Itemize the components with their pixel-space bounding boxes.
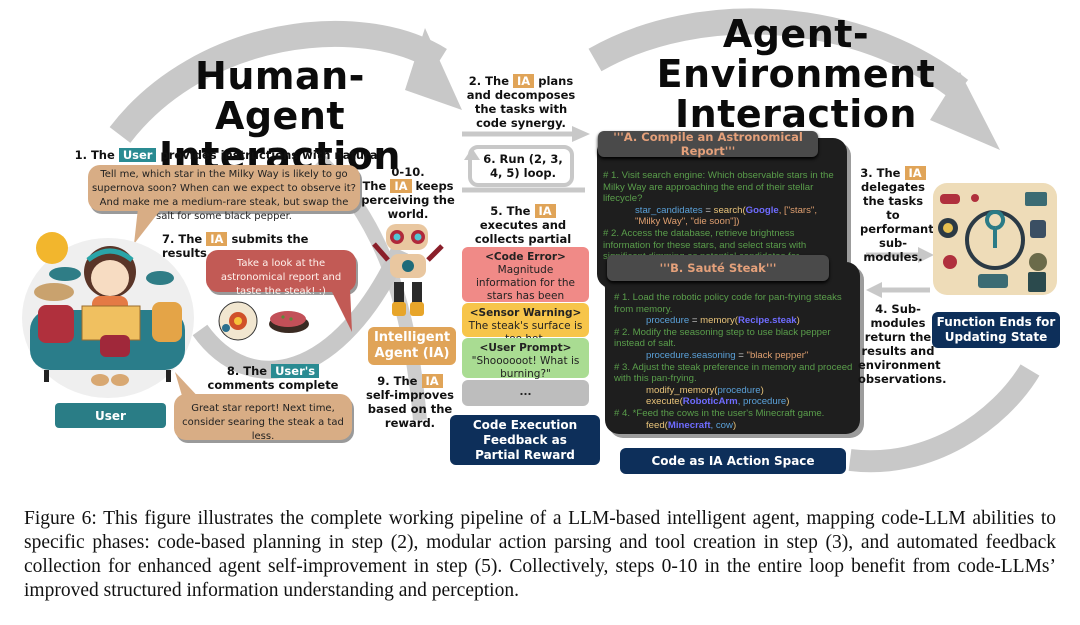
ia-tag: IA <box>206 232 228 246</box>
step-3-post: delegates the tasks to performant sub-mo… <box>860 180 934 264</box>
title-right-line2: Interaction <box>675 92 917 136</box>
code-body-a: # 1. Visit search engine: Which observab… <box>603 170 841 262</box>
function-ends-label: Function Ends for Updating State <box>932 312 1060 348</box>
code-fn: memory( <box>700 315 738 327</box>
step-5-pre: 5. The <box>490 204 531 218</box>
code-comment: # 2. Modify the seasoning step to use bl… <box>614 326 831 350</box>
ia-tag: IA <box>904 166 926 180</box>
code-paren: ) <box>786 396 790 408</box>
ia-submit-bubble: Take a look at the astronomical report a… <box>206 250 356 297</box>
code-paren: ) <box>732 419 737 431</box>
step-8-pre: 8. The <box>226 364 268 378</box>
code-paren: ) <box>760 384 764 396</box>
title-right-line1: Agent-Environment <box>656 12 936 96</box>
code-var: procedure <box>646 315 690 327</box>
step-0-pre: The <box>362 179 387 193</box>
figure-caption: Figure 6: This figure illustrates the co… <box>24 507 1056 603</box>
feedback-title-box: Code Execution Feedback as Partial Rewar… <box>450 415 600 465</box>
step-1-pre: 1. The <box>74 148 115 162</box>
code-class: Minecraft <box>667 419 711 431</box>
code-op: = <box>702 204 714 216</box>
action-space-text: Code as IA Action Space <box>651 453 815 468</box>
user-tag: User <box>118 148 157 162</box>
code-fn: search( <box>713 204 746 216</box>
feedback-tag: <Sensor Warning> <box>469 307 582 319</box>
feedback-ellipsis: ... <box>462 380 589 406</box>
code-header-a-text: '''A. Compile an Astronomical Report''' <box>613 130 803 158</box>
step-4: 4. Sub-modules return the results and en… <box>858 302 946 386</box>
user-comment-text: Great star report! Next time, consider s… <box>182 403 344 442</box>
title-left-line1: Human-Agent <box>195 54 365 138</box>
step-9-post: self-improves based on the reward. <box>365 388 455 430</box>
step-9: 9. The IA self-improves based on the rew… <box>362 374 458 430</box>
user-label: User <box>55 403 166 428</box>
code-body-b: # 1. Load the robotic policy code for pa… <box>614 292 854 431</box>
code-arg: , cow <box>710 419 733 431</box>
figure-caption-text: Figure 6: This figure illustrates the co… <box>24 508 1056 601</box>
step-2-pre: 2. The <box>468 74 510 88</box>
intelligent-agent-text: Intelligent Agent (IA) <box>373 330 451 361</box>
ia-tag: IA <box>421 374 443 388</box>
ia-tag: IA <box>390 179 412 193</box>
user-comment-bubble: Great star report! Next time, consider s… <box>174 394 352 442</box>
bowl-icon <box>34 283 74 301</box>
feedback-tag: <Code Error> <box>485 251 566 263</box>
intelligent-agent-label: Intelligent Agent (IA) <box>368 327 456 365</box>
step-6-text: 6. Run (2, 3, 4, 5) loop. <box>483 152 563 180</box>
ia-submit-text: Take a look at the astronomical report a… <box>220 258 342 297</box>
step-6: 6. Run (2, 3, 4, 5) loop. <box>478 152 568 180</box>
code-header-b-text: '''B. Sauté Steak''' <box>659 261 777 275</box>
code-class: Google <box>745 204 779 216</box>
feedback-title-text: Code Execution Feedback as Partial Rewar… <box>472 417 578 462</box>
code-arg: procedure <box>717 384 761 396</box>
astronomical-report-icon <box>218 301 258 341</box>
code-var: star_candidates <box>635 204 703 216</box>
ia-bubble-tail <box>330 288 352 332</box>
function-ends-text: Function Ends for Updating State <box>936 315 1056 344</box>
code-paren: ) <box>796 315 800 327</box>
code-comment: # 1. Visit search engine: Which observab… <box>603 170 834 205</box>
step-3: 3. The IA delegates the tasks to perform… <box>860 166 934 264</box>
code-comment: # 4. *Feed the cows in the user's Minecr… <box>614 407 825 419</box>
user-label-text: User <box>95 408 126 423</box>
code-class: Recipe.steak <box>737 315 797 327</box>
feedback-text: "Shoooooot! What is burning?" <box>471 355 580 380</box>
robot-icon <box>372 224 444 316</box>
ia-tag: IA <box>513 74 535 88</box>
sun-icon <box>36 232 68 264</box>
book <box>81 305 141 341</box>
feedback-text: ... <box>519 386 532 398</box>
step-0-line1: 0-10. <box>391 165 425 179</box>
feedback-sensor-warning: <Sensor Warning> The steak's surface is … <box>462 303 589 345</box>
user-request-bubble: Tell me, which star in the Milky Way is … <box>88 165 360 222</box>
code-header-a: '''A. Compile an Astronomical Report''' <box>598 130 818 158</box>
code-fn: execute( <box>646 396 683 408</box>
code-class: RoboticArm <box>682 396 738 408</box>
step-2: 2. The IA plans and decomposes the tasks… <box>462 74 580 130</box>
cloud-icon <box>49 267 81 281</box>
feedback-user-prompt: <User Prompt> "Shoooooot! What is burning… <box>462 338 589 380</box>
code-string: "black pepper" <box>746 349 809 361</box>
steak-icon <box>269 311 309 333</box>
step-9-pre: 9. The <box>377 374 418 388</box>
code-comment: # 3. Adjust the steak preference in memo… <box>614 361 853 385</box>
action-space-label: Code as IA Action Space <box>620 448 846 474</box>
code-op: = <box>689 315 701 327</box>
user-illustration <box>22 232 194 398</box>
feedback-tag: <User Prompt> <box>479 342 572 354</box>
submodules-illustration <box>933 183 1057 295</box>
step-0-10: 0-10. The IA keeps perceiving the world. <box>360 165 456 221</box>
ia-tag: IA <box>534 204 556 218</box>
code-op: = <box>735 349 747 361</box>
code-arg: , procedure <box>737 396 787 408</box>
feedback-code-error: <Code Error> Magnitude information for t… <box>462 247 589 328</box>
title-agent-environment: Agent-Environment Interaction <box>596 14 996 134</box>
code-fn: modify_memory( <box>646 384 718 396</box>
code-comment: # 1. Load the robotic policy code for pa… <box>614 292 842 315</box>
step-3-pre: 3. The <box>860 166 901 180</box>
users-tag: User's <box>271 364 320 378</box>
code-header-b: '''B. Sauté Steak''' <box>607 255 829 281</box>
code-fn: feed( <box>646 419 668 431</box>
code-var: procedure.seasoning <box>646 349 736 361</box>
